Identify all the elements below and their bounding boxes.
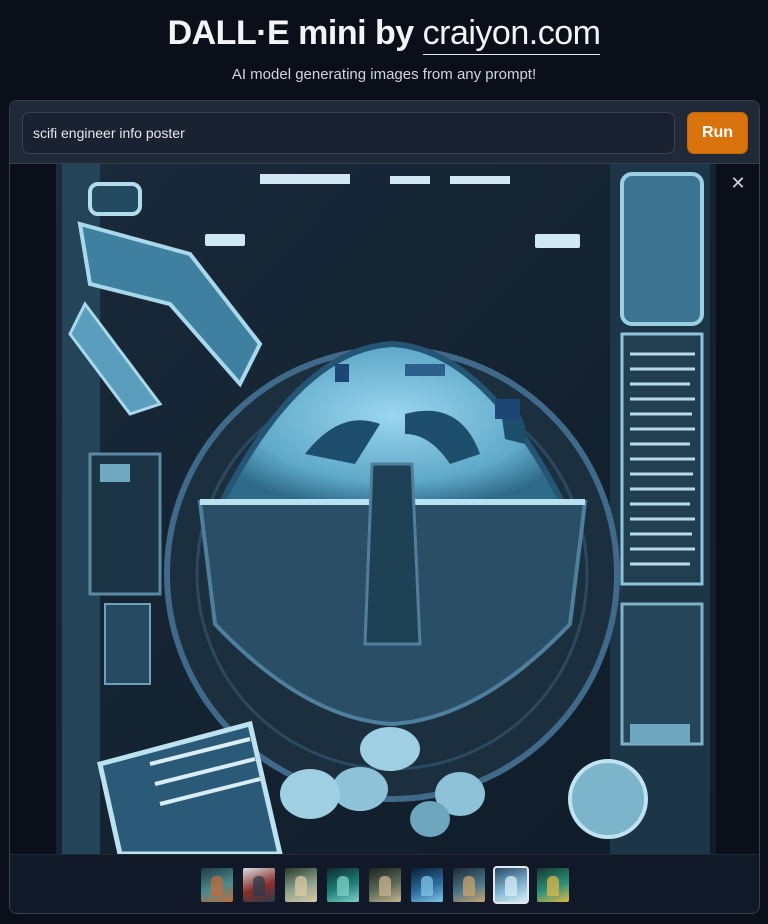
thumbnail-3[interactable]	[285, 868, 317, 902]
thumbnail-figure	[463, 876, 475, 896]
selected-generated-image	[10, 164, 759, 854]
thumbnail-4[interactable]	[327, 868, 359, 902]
thumbnail-figure	[253, 876, 265, 896]
thumbnail-figure	[295, 876, 307, 896]
thumbnail-strip	[10, 854, 759, 913]
thumbnail-5[interactable]	[369, 868, 401, 902]
thumbnail-figure	[505, 876, 517, 896]
craiyon-link[interactable]: craiyon.com	[422, 14, 601, 55]
thumbnail-figure	[337, 876, 349, 896]
header: DALL·E mini by craiyon.com AI model gene…	[0, 0, 768, 100]
page-title: DALL·E mini by craiyon.com	[0, 12, 768, 55]
close-icon[interactable]: ✕	[727, 172, 749, 194]
run-button[interactable]: Run	[687, 112, 748, 154]
thumbnail-figure	[211, 876, 223, 896]
prompt-row: Run	[10, 101, 759, 164]
thumbnail-figure	[421, 876, 433, 896]
image-gallery: ✕	[10, 164, 759, 854]
thumbnail-figure	[547, 876, 559, 896]
thumbnail-figure	[379, 876, 391, 896]
thumbnail-7[interactable]	[453, 868, 485, 902]
thumbnail-8[interactable]	[493, 866, 529, 904]
title-prefix: DALL·E mini by	[167, 14, 423, 52]
thumbnail-6[interactable]	[411, 868, 443, 902]
app-panel: Run	[9, 100, 760, 914]
thumbnail-9[interactable]	[537, 868, 569, 902]
thumbnail-1[interactable]	[201, 868, 233, 902]
thumbnail-2[interactable]	[243, 868, 275, 902]
prompt-input[interactable]	[22, 112, 675, 154]
page-subtitle: AI model generating images from any prom…	[231, 66, 537, 83]
